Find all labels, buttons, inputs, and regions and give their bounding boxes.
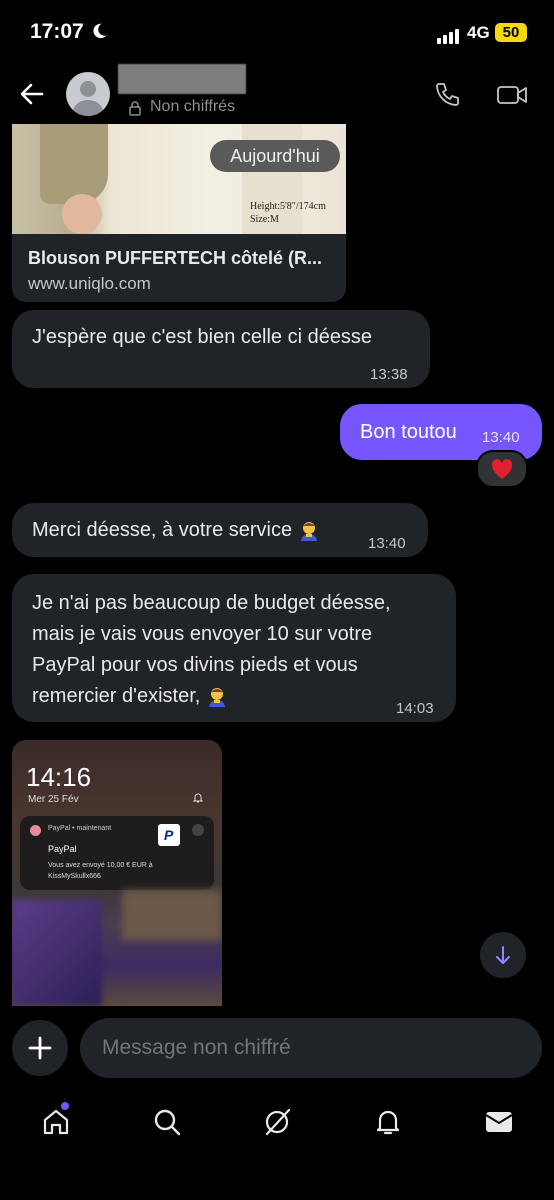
message-bubble-incoming[interactable]: J'espère que c'est bien celle ci déesse … [12, 310, 430, 388]
lock-icon [129, 101, 141, 116]
phone-icon[interactable] [432, 80, 462, 110]
notification-title: PayPal [48, 844, 77, 854]
lockscreen-time: 14:16 [26, 762, 92, 792]
messages-icon[interactable] [483, 1106, 515, 1138]
plus-icon [28, 1036, 52, 1060]
blurred-area [12, 900, 102, 1006]
contact-name-redacted[interactable] [118, 64, 246, 94]
link-title: Blouson PUFFERTECH côtelé (R... [28, 248, 323, 268]
message-time: 13:40 [368, 535, 406, 552]
message-time: 13:40 [482, 429, 520, 446]
reaction-badge[interactable] [476, 450, 528, 488]
back-arrow-icon[interactable] [18, 80, 46, 108]
heart-icon [491, 459, 513, 479]
image-caption: Height:5'8"/174cm Size:M [250, 201, 326, 225]
message-text: Bon toutou [360, 421, 457, 443]
link-preview-card[interactable]: Aujourd'hui Height:5'8"/174cm Size:M Blo… [12, 124, 346, 302]
notification-dot [61, 1102, 69, 1110]
bowing-person-emoji-icon [300, 521, 317, 541]
message-time: 13:38 [370, 366, 408, 383]
grok-icon[interactable] [261, 1106, 293, 1138]
message-bubble-incoming[interactable]: Merci déesse, à votre service 13:40 [12, 503, 428, 557]
product-image[interactable]: Aujourd'hui Height:5'8"/174cm Size:M [12, 124, 346, 234]
signal-icon [437, 26, 461, 44]
network-label: 4G [467, 23, 490, 42]
moon-icon [93, 23, 107, 39]
home-icon[interactable] [40, 1106, 72, 1138]
scroll-to-bottom-button[interactable] [480, 932, 526, 978]
notification-body: Vous avez envoyé 10,00 € EUR à KissMySku… [48, 862, 153, 880]
video-call-icon[interactable] [496, 80, 528, 110]
date-separator: Aujourd'hui [210, 140, 340, 172]
message-text: Merci déesse, à votre service [32, 519, 293, 541]
avatar[interactable] [66, 72, 110, 116]
paypal-app-icon [30, 825, 41, 836]
blurred-area [122, 890, 222, 940]
message-text-row: Merci déesse, à votre service [32, 515, 320, 545]
status-time: 17:07 [30, 20, 84, 43]
notification-app: PayPal • maintenant [48, 825, 112, 832]
bowing-person-emoji-icon [208, 687, 225, 707]
battery-icon: 50 [495, 23, 527, 42]
paypal-notification: PayPal • maintenant P PayPal Vous avez e… [20, 816, 214, 890]
message-text: Je n'ai pas beaucoup de budget déesse, m… [32, 592, 391, 707]
arrow-down-icon [496, 946, 510, 964]
link-domain: www.uniqlo.com [28, 274, 151, 293]
lockscreen-date: Mer 25 Fév [28, 794, 79, 805]
add-attachment-button[interactable] [12, 1020, 68, 1076]
bell-icon [192, 793, 204, 803]
shared-screenshot-image[interactable]: 14:16 Mer 25 Fév PayPal • maintenant P P… [12, 740, 222, 1006]
notifications-icon[interactable] [372, 1106, 404, 1138]
message-time: 14:03 [396, 700, 434, 717]
message-text: J'espère que c'est bien celle ci déesse [32, 326, 373, 348]
chevron-up-icon [192, 824, 204, 836]
encryption-label: Non chiffrés [150, 98, 236, 115]
message-bubble-incoming[interactable]: Je n'ai pas beaucoup de budget déesse, m… [12, 574, 456, 722]
paypal-logo-icon: P [158, 824, 180, 846]
message-input[interactable] [80, 1018, 542, 1078]
search-icon[interactable] [151, 1106, 183, 1138]
